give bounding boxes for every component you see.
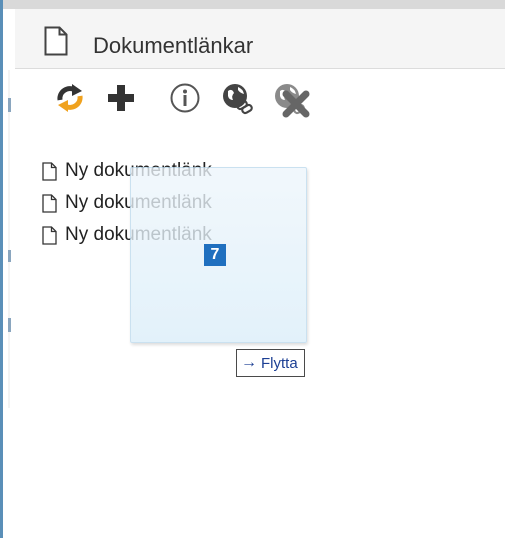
background-text-fragment bbox=[8, 98, 11, 112]
background-text-fragment bbox=[8, 250, 11, 262]
document-icon bbox=[42, 162, 57, 186]
close-icon bbox=[281, 89, 311, 124]
remove-button[interactable] bbox=[276, 86, 316, 126]
add-button[interactable] bbox=[101, 80, 141, 120]
info-button[interactable] bbox=[165, 80, 205, 120]
panel-title: Dokumentlänkar bbox=[93, 33, 254, 58]
refresh-button[interactable] bbox=[50, 80, 90, 120]
drag-count-badge: 7 bbox=[204, 244, 226, 266]
globe-link-icon bbox=[220, 81, 254, 120]
web-link-button[interactable] bbox=[217, 80, 257, 120]
document-icon bbox=[42, 226, 57, 250]
arrow-right-icon: → bbox=[241, 354, 257, 371]
panel-header: Dokumentlänkar bbox=[15, 9, 505, 69]
info-icon bbox=[169, 82, 201, 119]
document-icon bbox=[44, 26, 68, 61]
top-strip bbox=[0, 0, 505, 9]
plus-icon bbox=[106, 83, 136, 118]
refresh-icon bbox=[54, 82, 86, 119]
toolbar bbox=[15, 80, 505, 130]
background-panel-edge bbox=[8, 70, 10, 408]
move-tooltip: → Flytta bbox=[236, 349, 305, 377]
document-icon bbox=[42, 194, 57, 218]
left-window-border bbox=[0, 0, 3, 538]
background-text-fragment bbox=[8, 318, 11, 332]
move-tooltip-label: Flytta bbox=[261, 354, 298, 372]
